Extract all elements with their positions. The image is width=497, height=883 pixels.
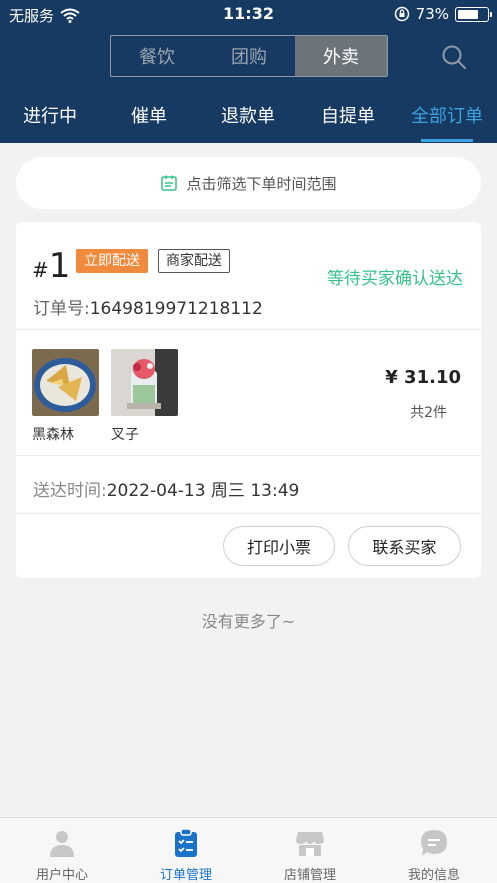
- user-icon: [50, 831, 74, 857]
- delivery-time-row: 送达时间:2022-04-13 周三 13:49: [33, 476, 299, 501]
- divider: [16, 455, 481, 456]
- segment-item[interactable]: 外卖: [295, 36, 387, 76]
- product-item[interactable]: 黑森林: [32, 349, 99, 444]
- order-sequence: #1: [32, 246, 70, 286]
- order-total-price: ¥ 31.10: [385, 367, 461, 388]
- product-name: 叉子: [111, 427, 139, 443]
- merchant-delivery-badge: 商家配送: [158, 249, 230, 273]
- status-bar: 无服务 11:32 73%: [0, 0, 497, 30]
- battery-fill: [458, 9, 478, 19]
- product-thumbnail: [32, 349, 99, 416]
- order-sequence-number: 1: [48, 246, 71, 286]
- order-number-row: 订单号:1649819971218112: [33, 294, 263, 319]
- bottom-nav-label: 订单管理: [159, 868, 212, 883]
- clipboard-icon: [175, 828, 197, 857]
- order-number-label: 订单号:: [33, 299, 90, 319]
- product-name: 黑森林: [32, 427, 74, 443]
- order-card[interactable]: #1 立即配送 商家配送 等待买家确认送达 订单号:16498199712181…: [16, 222, 481, 578]
- product-item[interactable]: 叉子: [111, 349, 178, 444]
- bottom-nav-label: 店铺管理: [283, 868, 336, 883]
- battery-percent: 73%: [415, 5, 449, 23]
- order-tab[interactable]: 全部订单: [397, 102, 497, 128]
- order-tab[interactable]: 退款单: [198, 102, 298, 128]
- status-right: 73%: [394, 5, 492, 23]
- tab-active-indicator: [421, 139, 473, 142]
- bottom-nav-item[interactable]: 店铺管理: [248, 818, 372, 883]
- calendar-icon: [161, 175, 178, 191]
- bottom-nav-item[interactable]: 我的信息: [372, 818, 496, 883]
- bottom-nav-label: 用户中心: [35, 868, 88, 883]
- divider: [16, 513, 481, 514]
- delivery-time-value: 2022-04-13 周三 13:49: [106, 481, 300, 501]
- no-more-text: 没有更多了~: [201, 612, 296, 631]
- date-filter-button[interactable]: 点击筛选下单时间范围: [16, 157, 481, 209]
- segment-item[interactable]: 团购: [203, 36, 295, 76]
- order-tabs: 进行中 催单 退款单 自提单 全部订单: [0, 92, 497, 143]
- delivery-time-label: 送达时间:: [33, 481, 107, 501]
- bottom-nav-label: 我的信息: [407, 868, 460, 883]
- order-hash: #: [32, 258, 49, 282]
- battery-icon: [455, 6, 492, 22]
- print-receipt-button[interactable]: 打印小票: [223, 526, 335, 566]
- product-thumbnail: [111, 349, 178, 416]
- delivery-type-badge: 立即配送: [76, 249, 148, 273]
- order-tab[interactable]: 催单: [99, 102, 199, 128]
- contact-buyer-button[interactable]: 联系买家: [348, 526, 461, 566]
- business-segment: 餐饮 团购 外卖: [110, 35, 388, 77]
- app-header: 无服务 11:32 73% 餐饮 团购 外卖 进行中 催单退款单 自提单 全部订…: [0, 0, 497, 143]
- segment-item[interactable]: 餐饮: [111, 36, 203, 76]
- bottom-nav-item[interactable]: 用户中心: [0, 818, 124, 883]
- item-count: 共2件: [410, 405, 447, 421]
- search-icon[interactable]: [440, 43, 468, 71]
- order-number-value: 1649819971218112: [89, 299, 263, 319]
- store-icon: [296, 832, 324, 856]
- date-filter-label: 点击筛选下单时间范围: [186, 174, 337, 193]
- bottom-nav: 用户中心 订单管理 店铺管理 我的信息: [0, 817, 497, 883]
- bottom-nav-item[interactable]: 订单管理: [124, 818, 248, 883]
- chat-icon: [421, 830, 447, 856]
- divider: [16, 329, 481, 330]
- order-tab[interactable]: 自提单: [298, 102, 398, 128]
- rotation-lock-icon: [394, 6, 409, 22]
- order-status: 等待买家确认送达: [327, 269, 463, 289]
- order-tab[interactable]: 进行中: [0, 102, 100, 128]
